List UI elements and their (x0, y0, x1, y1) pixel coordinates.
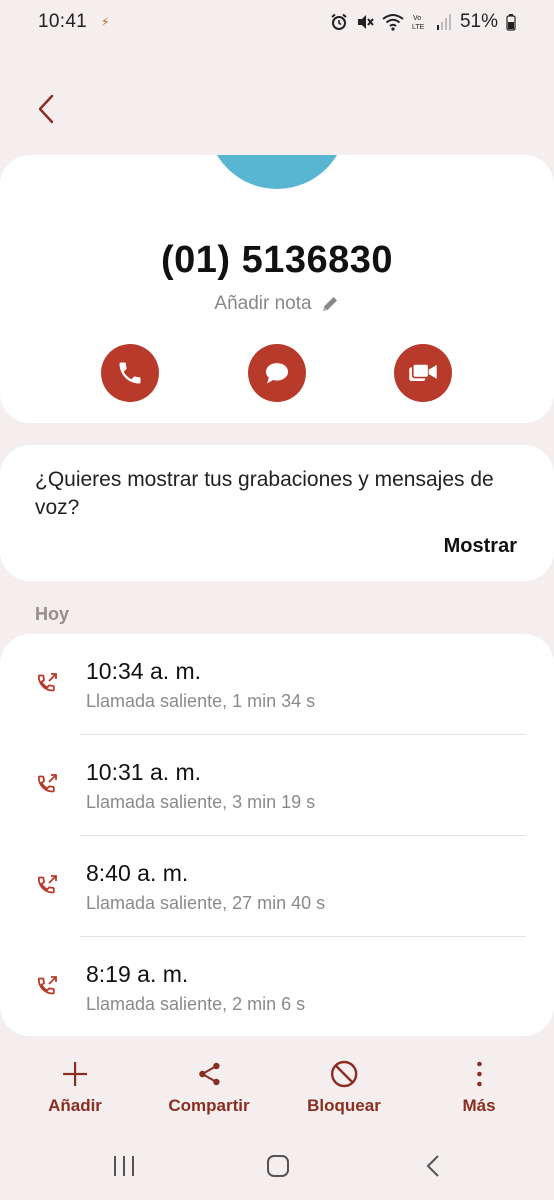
contact-actions (0, 344, 554, 402)
battery-percent: 51% (459, 11, 498, 32)
add-label: Añadir (48, 1096, 102, 1115)
call-button[interactable] (101, 344, 159, 402)
flash-icon: ⚡ (101, 15, 110, 29)
block-button[interactable]: Bloquear (307, 1056, 381, 1116)
block-label: Bloquear (307, 1096, 381, 1115)
call-log-row[interactable]: 8:19 a. m. Llamada saliente, 2 min 6 s (0, 937, 554, 1038)
call-time: 10:34 a. m. (86, 658, 202, 684)
add-button[interactable]: Añadir (48, 1056, 102, 1116)
call-detail: Llamada saliente, 3 min 19 s (86, 792, 316, 812)
mute-icon (357, 15, 374, 29)
voice-recordings-prompt: ¿Quieres mostrar tus grabaciones y mensa… (35, 468, 494, 519)
message-button[interactable] (248, 344, 306, 402)
bottom-toolbar: Añadir Compartir Bloquear Más (0, 1056, 554, 1122)
avatar[interactable] (207, 155, 347, 189)
phone-number: (01) 5136830 (160, 239, 394, 281)
signal-icon (436, 14, 451, 30)
back-button[interactable] (30, 92, 62, 126)
home-button[interactable] (258, 1146, 298, 1186)
call-detail: Llamada saliente, 1 min 34 s (86, 691, 316, 711)
call-log-row[interactable]: 10:31 a. m. Llamada saliente, 3 min 19 s (0, 735, 554, 836)
volte-icon: Vo LTE (412, 15, 425, 31)
svg-text:Vo: Vo (413, 15, 421, 22)
voice-recordings-card: ¿Quieres mostrar tus grabaciones y mensa… (0, 445, 554, 581)
call-detail: Llamada saliente, 2 min 6 s (86, 994, 306, 1014)
call-time: 8:19 a. m. (86, 961, 189, 987)
system-nav-bar (0, 1146, 554, 1186)
contact-card: (01) 5136830 Añadir nota (0, 155, 554, 423)
nav-back-button[interactable] (413, 1146, 453, 1186)
call-log-row[interactable]: 10:34 a. m. Llamada saliente, 1 min 34 s (0, 634, 554, 735)
add-note-button[interactable]: Añadir nota (0, 293, 554, 315)
chevron-left-icon (38, 94, 54, 124)
add-note-label: Añadir nota (214, 293, 312, 314)
video-camera-icon (409, 363, 437, 381)
recent-apps-button[interactable] (104, 1146, 144, 1186)
call-time: 8:40 a. m. (86, 860, 189, 886)
alarm-icon (331, 13, 347, 30)
section-today-label: Hoy (35, 604, 70, 624)
chevron-left-icon (426, 1155, 439, 1177)
status-time: 10:41 (38, 11, 88, 32)
call-detail: Llamada saliente, 27 min 40 s (86, 893, 326, 913)
battery-icon (506, 14, 516, 31)
phone-icon (119, 362, 141, 384)
outgoing-call-icon (37, 673, 57, 692)
show-button[interactable]: Mostrar (444, 535, 517, 558)
wifi-icon (382, 14, 404, 31)
more-label: Más (462, 1096, 496, 1115)
more-vertical-icon (476, 1061, 482, 1087)
share-button[interactable]: Compartir (168, 1056, 250, 1116)
plus-icon (63, 1062, 87, 1086)
status-icons: Vo LTE 51% (330, 11, 516, 33)
recent-apps-icon (114, 1156, 134, 1176)
call-time: 10:31 a. m. (86, 759, 202, 785)
more-button[interactable]: Más (462, 1056, 496, 1116)
home-icon (267, 1155, 289, 1177)
share-icon (198, 1062, 220, 1086)
svg-text:LTE: LTE (412, 24, 425, 31)
block-icon (330, 1060, 358, 1088)
call-log-row[interactable]: 8:40 a. m. Llamada saliente, 27 min 40 s (0, 836, 554, 937)
outgoing-call-icon (37, 875, 57, 894)
outgoing-call-icon (37, 774, 57, 793)
status-bar: 10:41 ⚡ Vo LTE 51% (0, 0, 554, 44)
chat-bubble-icon (265, 363, 289, 384)
pencil-icon (322, 297, 337, 311)
call-log-card: 10:34 a. m. Llamada saliente, 1 min 34 s… (0, 634, 554, 1036)
share-label: Compartir (168, 1096, 250, 1115)
outgoing-call-icon (37, 976, 57, 995)
video-call-button[interactable] (394, 344, 452, 402)
